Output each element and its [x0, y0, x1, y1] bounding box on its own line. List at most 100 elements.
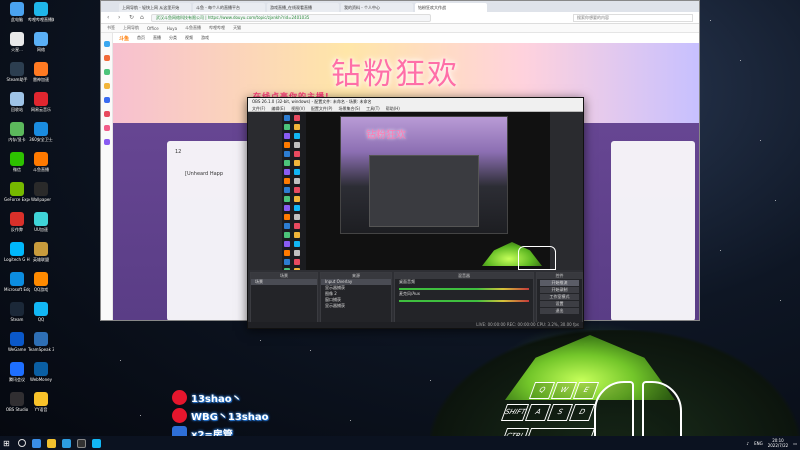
- shortcut-label: 雷神加速: [33, 77, 49, 82]
- preview-app-icon: [284, 142, 290, 148]
- obs-menu-item[interactable]: 场景集合(S): [338, 106, 360, 111]
- obs-menu-item[interactable]: 工具(T): [366, 106, 380, 111]
- site-nav-item[interactable]: 直播: [153, 35, 161, 41]
- bookmark-item[interactable]: 哔哩哔哩: [209, 25, 225, 31]
- desktop-shortcut[interactable]: TeamSpeak 3: [28, 332, 54, 352]
- browser-tab[interactable]: 钻粉狂欢大作战: [415, 3, 487, 12]
- notification-icon[interactable]: ▭: [793, 441, 797, 446]
- desktop-shortcut[interactable]: 反作弊: [4, 212, 30, 232]
- app-icon: [34, 32, 48, 46]
- windows-start-icon[interactable]: ⊞: [3, 439, 12, 448]
- desktop-shortcut[interactable]: 火星...: [4, 32, 30, 52]
- obs-menu-item[interactable]: 文件(F): [252, 106, 265, 111]
- volume-meter[interactable]: [399, 300, 529, 302]
- taskview-icon[interactable]: [32, 438, 41, 448]
- bookmark-item[interactable]: 上网导航: [123, 25, 139, 31]
- app-icon: [10, 62, 24, 76]
- desktop-shortcut[interactable]: Logitech G HUB: [4, 242, 30, 262]
- obs-title-bar: OBS 26.1.0 (32-bit, windows) - 配置文件: 未命名…: [248, 98, 583, 106]
- sidebar-icon[interactable]: [103, 69, 110, 75]
- obs-menu-item[interactable]: 编辑(E): [271, 106, 285, 111]
- sidebar-icon[interactable]: [103, 55, 110, 61]
- back-icon[interactable]: ‹: [107, 14, 113, 21]
- obs-control-button[interactable]: 退出: [540, 308, 579, 314]
- browser-tab[interactable]: 我的资料 - 个人中心: [341, 3, 413, 12]
- url-field[interactable]: 武汉斗鱼网络科技有限公司 | https://www.douyu.com/top…: [151, 13, 431, 22]
- desktop-shortcut[interactable]: Steam: [4, 302, 30, 322]
- file-explorer-icon[interactable]: [47, 438, 56, 448]
- sidebar-icon[interactable]: [103, 111, 110, 117]
- sidebar-icon[interactable]: [103, 139, 110, 145]
- browser-taskbar-icon[interactable]: [62, 438, 71, 448]
- scenes-dock: 场景 场景: [250, 272, 318, 328]
- desktop-shortcut[interactable]: 微信: [4, 152, 30, 172]
- volume-meter[interactable]: [399, 288, 529, 290]
- desktop-shortcut[interactable]: WebMoney: [28, 362, 54, 382]
- app-icon: [34, 212, 48, 226]
- desktop-shortcut[interactable]: GeForce Experience: [4, 182, 30, 202]
- obs-control-button[interactable]: 开始录制: [540, 287, 579, 293]
- obs-preview[interactable]: 钻粉狂欢: [282, 112, 556, 270]
- desktop-shortcut[interactable]: Microsoft Edge: [4, 272, 30, 292]
- site-nav-item[interactable]: 视频: [185, 35, 193, 41]
- desktop-shortcut[interactable]: 腾讯会议: [4, 362, 30, 382]
- bookmark-item[interactable]: 天猫: [233, 25, 241, 31]
- sidebar-icon[interactable]: [103, 97, 110, 103]
- obs-menu-item[interactable]: 视图(V): [291, 106, 305, 111]
- desktop-shortcut[interactable]: WeGame: [4, 332, 30, 352]
- volume-icon[interactable]: ♪: [747, 441, 750, 446]
- app-icon: [34, 62, 48, 76]
- bookmark-item[interactable]: 书签: [107, 25, 115, 31]
- desktop-shortcut[interactable]: UU加速: [28, 212, 54, 232]
- desktop-shortcut[interactable]: 英雄联盟: [28, 242, 54, 262]
- desktop-shortcut[interactable]: 网易云音乐: [28, 92, 54, 112]
- desktop-shortcut[interactable]: Wallpaper: [28, 182, 54, 202]
- desktop-shortcut[interactable]: 360安全卫士: [28, 122, 54, 142]
- obs-control-button[interactable]: 开始推流: [540, 280, 579, 286]
- shortcut-label: 网易云音乐: [31, 107, 51, 112]
- obs-control-button[interactable]: 工作室模式: [540, 294, 579, 300]
- sidebar-icon[interactable]: [103, 41, 110, 47]
- desktop-shortcut[interactable]: OBS Studio: [4, 392, 30, 412]
- browser-search-input[interactable]: 搜索你想要的内容: [573, 13, 693, 22]
- desktop-shortcut[interactable]: 内存/显卡: [4, 122, 30, 142]
- scene-item[interactable]: 场景: [251, 279, 317, 285]
- desktop-shortcut[interactable]: QQ游戏: [28, 272, 54, 292]
- site-nav-item[interactable]: 首页: [137, 35, 145, 41]
- browser-tab[interactable]: 上网导航 - 轻快上网 从这里开始: [119, 3, 191, 12]
- desktop-shortcut[interactable]: 哔哩哔哩直播姬: [28, 2, 54, 22]
- streamer-name[interactable]: [Unheard Happ: [185, 171, 223, 177]
- preview-app-icon: [294, 241, 300, 247]
- desktop-shortcut[interactable]: 雷神加速: [28, 62, 54, 82]
- bookmark-item[interactable]: 斗鱼直播: [185, 25, 201, 31]
- obs-menu-item[interactable]: 帮助(H): [386, 106, 400, 111]
- browser-tab[interactable]: 斗鱼 - 每个人的直播平台: [193, 3, 265, 12]
- site-nav-item[interactable]: 游戏: [201, 35, 209, 41]
- bookmark-item[interactable]: Office: [147, 26, 159, 31]
- obs-taskbar-icon[interactable]: [77, 438, 86, 448]
- desktop-shortcut[interactable]: 斗鱼直播: [28, 152, 54, 172]
- site-logo[interactable]: 斗鱼: [119, 35, 129, 42]
- weibo-icon: [172, 389, 187, 405]
- desktop-shortcut[interactable]: QQ: [28, 302, 54, 322]
- bookmark-item[interactable]: Huya: [167, 26, 177, 31]
- desktop-shortcut[interactable]: 网络: [28, 32, 54, 52]
- obs-menu-item[interactable]: 配置文件(P): [311, 106, 333, 111]
- site-nav-item[interactable]: 分类: [169, 35, 177, 41]
- search-icon[interactable]: [18, 439, 26, 447]
- sidebar-icon[interactable]: [103, 125, 110, 131]
- desktop-shortcut[interactable]: Steam助手: [4, 62, 30, 82]
- desktop-shortcut[interactable]: 回收站: [4, 92, 30, 112]
- sidebar-icon[interactable]: [103, 83, 110, 89]
- home-icon[interactable]: ⌂: [140, 14, 146, 21]
- obs-control-button[interactable]: 设置: [540, 301, 579, 307]
- desktop-shortcut[interactable]: YY语音: [28, 392, 54, 412]
- browser-tab[interactable]: 游戏直播_在线观看直播: [267, 3, 339, 12]
- ime-indicator[interactable]: ENG: [754, 441, 763, 446]
- forward-icon[interactable]: ›: [118, 14, 124, 21]
- source-item[interactable]: 显示器捕获: [321, 303, 391, 309]
- qq-taskbar-icon[interactable]: [92, 438, 101, 448]
- desktop-shortcut[interactable]: 此电脑: [4, 2, 30, 22]
- clock[interactable]: 20:10 2022/7/22: [768, 438, 789, 448]
- refresh-icon[interactable]: ↻: [129, 14, 135, 21]
